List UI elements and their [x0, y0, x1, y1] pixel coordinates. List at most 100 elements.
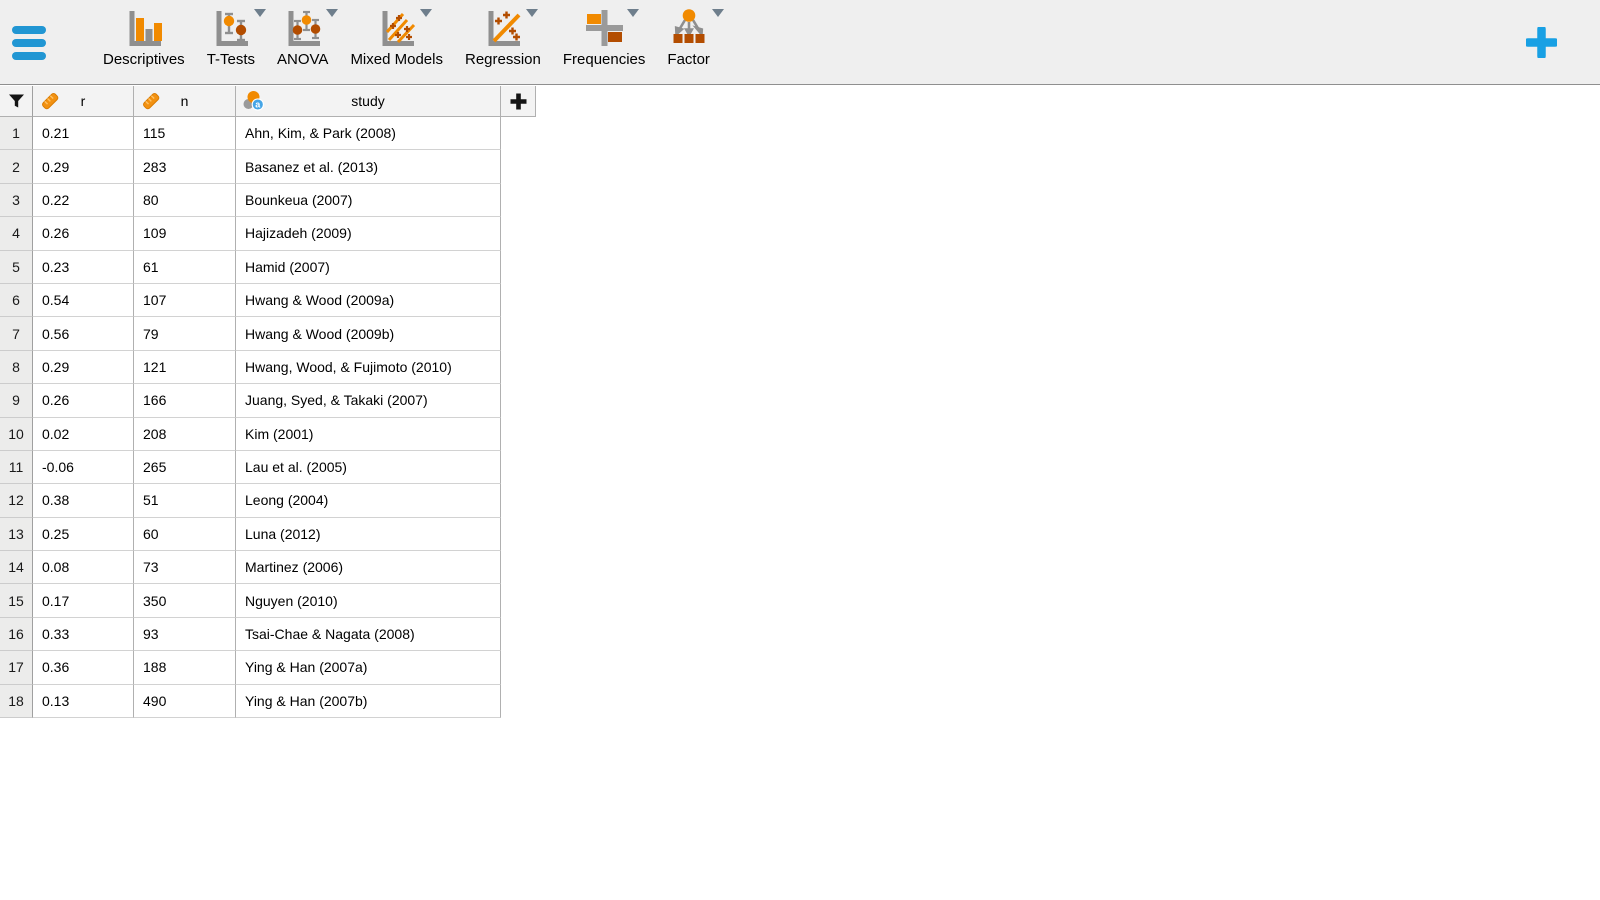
cell-study[interactable]: Hwang & Wood (2009a)	[236, 283, 501, 318]
cell-n[interactable]: 350	[134, 584, 236, 618]
frequencies-button[interactable]: Frequencies	[552, 0, 657, 84]
descriptives-button[interactable]: Descriptives	[92, 0, 196, 84]
cell-study[interactable]: Basanez et al. (2013)	[236, 150, 501, 184]
t-tests-button[interactable]: T-Tests	[196, 0, 266, 84]
row-number-cell[interactable]: 12	[0, 484, 33, 518]
cell-n[interactable]: 93	[134, 617, 236, 652]
cell-r[interactable]: -0.06	[33, 450, 134, 485]
cell-study[interactable]: Hwang, Wood, & Fujimoto (2010)	[236, 350, 501, 385]
cell-r[interactable]: 0.26	[33, 384, 134, 418]
row-number-cell[interactable]: 15	[0, 584, 33, 618]
table-row: 10 0.02 208 Kim (2001)	[0, 417, 536, 451]
cell-r[interactable]: 0.26	[33, 217, 134, 251]
filter-header-cell[interactable]	[0, 86, 33, 117]
cell-n[interactable]: 265	[134, 450, 236, 485]
cell-r[interactable]: 0.56	[33, 317, 134, 351]
cell-r[interactable]: 0.17	[33, 584, 134, 618]
cell-r[interactable]: 0.13	[33, 684, 134, 719]
row-number-cell[interactable]: 7	[0, 317, 33, 351]
row-number-cell[interactable]: 5	[0, 250, 33, 284]
data-spreadsheet: r n a study 1 0.21 115 Ahn, Kim, & Park …	[0, 86, 536, 719]
cell-r[interactable]: 0.33	[33, 617, 134, 652]
chevron-down-icon	[711, 9, 724, 17]
cell-study[interactable]: Bounkeua (2007)	[236, 183, 501, 218]
factor-icon	[669, 7, 724, 49]
cell-n[interactable]: 79	[134, 317, 236, 351]
add-column-button[interactable]	[501, 86, 536, 117]
add-analysis-plus-icon[interactable]	[1523, 24, 1560, 61]
cell-n[interactable]: 61	[134, 250, 236, 284]
cell-r[interactable]: 0.02	[33, 417, 134, 451]
cell-n[interactable]: 107	[134, 283, 236, 318]
cell-n[interactable]: 73	[134, 551, 236, 585]
cell-n[interactable]: 188	[134, 651, 236, 685]
cell-study[interactable]: Ying & Han (2007a)	[236, 651, 501, 685]
cell-r[interactable]: 0.36	[33, 651, 134, 685]
row-number-cell[interactable]: 11	[0, 450, 33, 485]
cell-study[interactable]: Nguyen (2010)	[236, 584, 501, 618]
frequencies-icon	[584, 7, 640, 49]
cell-study[interactable]: Hamid (2007)	[236, 250, 501, 284]
cell-study[interactable]: Ying & Han (2007b)	[236, 684, 501, 719]
factor-button[interactable]: Factor	[656, 0, 724, 84]
ruler-scale-icon	[39, 90, 61, 117]
row-number-cell[interactable]: 17	[0, 651, 33, 685]
column-header-study[interactable]: a study	[236, 86, 501, 117]
row-number-cell[interactable]: 4	[0, 217, 33, 251]
cell-r[interactable]: 0.23	[33, 250, 134, 284]
cell-n[interactable]: 109	[134, 217, 236, 251]
mixed-models-button[interactable]: Mixed Models	[339, 0, 454, 84]
row-number-cell[interactable]: 14	[0, 551, 33, 585]
row-number-cell[interactable]: 8	[0, 350, 33, 385]
row-number-cell[interactable]: 2	[0, 150, 33, 184]
row-number-cell[interactable]: 6	[0, 283, 33, 318]
cell-study[interactable]: Leong (2004)	[236, 484, 501, 518]
anova-button[interactable]: ANOVA	[266, 0, 339, 84]
cell-r[interactable]: 0.29	[33, 350, 134, 385]
cell-study[interactable]: Hwang & Wood (2009b)	[236, 317, 501, 351]
cell-r[interactable]: 0.54	[33, 283, 134, 318]
cell-study[interactable]: Ahn, Kim, & Park (2008)	[236, 117, 501, 151]
table-row: 3 0.22 80 Bounkeua (2007)	[0, 183, 536, 218]
cell-n[interactable]: 166	[134, 384, 236, 418]
cell-study[interactable]: Luna (2012)	[236, 517, 501, 552]
cell-study[interactable]: Hajizadeh (2009)	[236, 217, 501, 251]
regression-button[interactable]: Regression	[454, 0, 552, 84]
row-number-cell[interactable]: 3	[0, 183, 33, 218]
button-label: T-Tests	[206, 51, 256, 68]
table-row: 12 0.38 51 Leong (2004)	[0, 484, 536, 518]
hamburger-menu-icon[interactable]	[12, 26, 48, 60]
cell-r[interactable]: 0.29	[33, 150, 134, 184]
row-number-cell[interactable]: 18	[0, 684, 33, 719]
row-number-cell[interactable]: 9	[0, 384, 33, 418]
chevron-down-icon	[419, 9, 432, 17]
cell-study[interactable]: Lau et al. (2005)	[236, 450, 501, 485]
cell-n[interactable]: 208	[134, 417, 236, 451]
table-row: 4 0.26 109 Hajizadeh (2009)	[0, 217, 536, 251]
cell-n[interactable]: 490	[134, 684, 236, 719]
cell-n[interactable]: 121	[134, 350, 236, 385]
cell-study[interactable]: Juang, Syed, & Takaki (2007)	[236, 384, 501, 418]
row-number-cell[interactable]: 16	[0, 617, 33, 652]
cell-n[interactable]: 115	[134, 117, 236, 151]
table-row: 13 0.25 60 Luna (2012)	[0, 517, 536, 552]
column-header-n[interactable]: n	[134, 86, 236, 117]
cell-study[interactable]: Kim (2001)	[236, 417, 501, 451]
cell-n[interactable]: 283	[134, 150, 236, 184]
cell-n[interactable]: 80	[134, 183, 236, 218]
cell-r[interactable]: 0.25	[33, 517, 134, 552]
cell-n[interactable]: 51	[134, 484, 236, 518]
cell-study[interactable]: Tsai-Chae & Nagata (2008)	[236, 617, 501, 652]
cell-r[interactable]: 0.22	[33, 183, 134, 218]
cell-r[interactable]: 0.38	[33, 484, 134, 518]
cell-r[interactable]: 0.21	[33, 117, 134, 151]
anova-icon	[283, 7, 338, 49]
cell-r[interactable]: 0.08	[33, 551, 134, 585]
column-header-r[interactable]: r	[33, 86, 134, 117]
cell-n[interactable]: 60	[134, 517, 236, 552]
nominal-text-icon: a	[242, 90, 266, 117]
row-number-cell[interactable]: 10	[0, 417, 33, 451]
cell-study[interactable]: Martinez (2006)	[236, 551, 501, 585]
row-number-cell[interactable]: 13	[0, 517, 33, 552]
row-number-cell[interactable]: 1	[0, 117, 33, 151]
